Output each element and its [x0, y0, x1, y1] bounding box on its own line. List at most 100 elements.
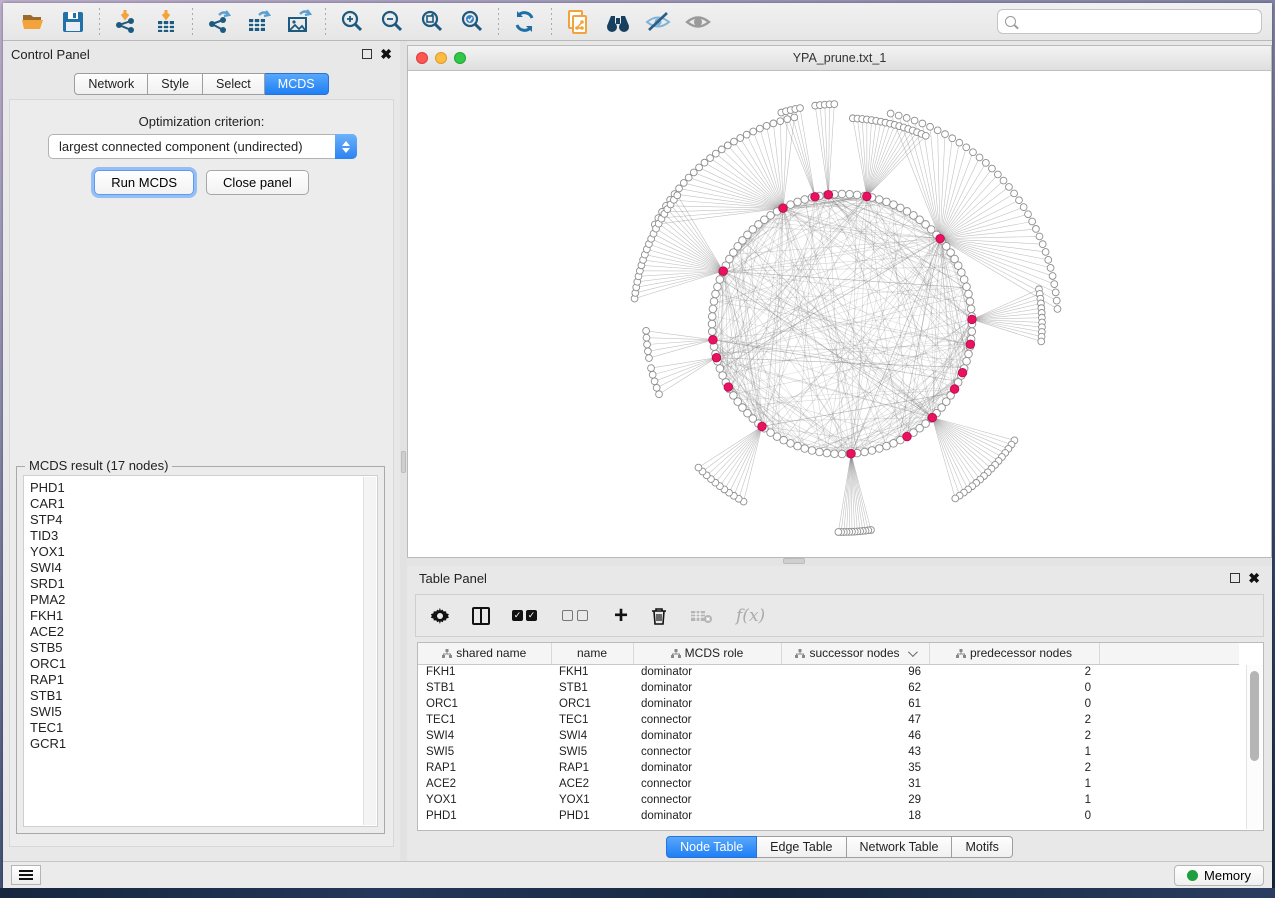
- mcds-result-item[interactable]: STB1: [30, 688, 377, 704]
- show-all-icon[interactable]: [678, 6, 718, 38]
- table-cell[interactable]: SWI5: [551, 744, 633, 760]
- column-header-name[interactable]: name: [551, 643, 633, 664]
- table-cell[interactable]: 18: [781, 808, 929, 824]
- table-cell[interactable]: 2: [929, 760, 1099, 776]
- function-builder-icon[interactable]: f(x): [736, 606, 765, 626]
- table-cell[interactable]: 1: [929, 744, 1099, 760]
- float-panel-icon[interactable]: [362, 49, 372, 59]
- show-columns-icon[interactable]: [472, 607, 490, 625]
- table-cell[interactable]: RAP1: [551, 760, 633, 776]
- table-cell[interactable]: dominator: [633, 664, 781, 680]
- table-cell[interactable]: SWI4: [551, 728, 633, 744]
- horizontal-splitter[interactable]: [407, 558, 1272, 566]
- table-cell[interactable]: RAP1: [418, 760, 551, 776]
- import-network-icon[interactable]: [106, 6, 146, 38]
- table-cell[interactable]: 46: [781, 728, 929, 744]
- mcds-result-item[interactable]: FKH1: [30, 608, 377, 624]
- delete-table-icon[interactable]: [690, 607, 714, 625]
- table-cell[interactable]: STB1: [418, 680, 551, 696]
- table-cell[interactable]: TEC1: [551, 712, 633, 728]
- save-icon[interactable]: [53, 6, 93, 38]
- table-cell[interactable]: 47: [781, 712, 929, 728]
- table-row[interactable]: SWI5SWI5connector431: [418, 744, 1239, 760]
- zoom-out-icon[interactable]: [372, 6, 412, 38]
- search-field[interactable]: [997, 9, 1262, 34]
- deselect-all-checkboxes-icon[interactable]: [562, 610, 592, 621]
- select-all-checkboxes-icon[interactable]: ✓✓: [512, 610, 540, 621]
- table-row[interactable]: PHD1PHD1dominator180: [418, 808, 1239, 824]
- mcds-result-item[interactable]: CAR1: [30, 496, 377, 512]
- mcds-result-item[interactable]: RAP1: [30, 672, 377, 688]
- table-cell[interactable]: FKH1: [418, 664, 551, 680]
- table-scrollbar-thumb[interactable]: [1250, 671, 1259, 761]
- table-row[interactable]: ORC1ORC1dominator610: [418, 696, 1239, 712]
- table-cell[interactable]: STB1: [551, 680, 633, 696]
- zoom-selected-icon[interactable]: [452, 6, 492, 38]
- table-cell[interactable]: ACE2: [418, 776, 551, 792]
- clone-network-icon[interactable]: [558, 6, 598, 38]
- table-row[interactable]: YOX1YOX1connector291: [418, 792, 1239, 808]
- table-cell[interactable]: YOX1: [551, 792, 633, 808]
- vertical-splitter[interactable]: [400, 41, 407, 861]
- mcds-result-list[interactable]: PHD1CAR1STP4TID3YOX1SWI4SRD1PMA2FKH1ACE2…: [23, 475, 378, 827]
- table-cell[interactable]: YOX1: [418, 792, 551, 808]
- tab-network[interactable]: Network: [74, 73, 148, 95]
- table-cell[interactable]: 0: [929, 808, 1099, 824]
- table-cell[interactable]: connector: [633, 776, 781, 792]
- optimization-criterion-dropdown[interactable]: largest connected component (undirected): [48, 134, 357, 159]
- table-cell[interactable]: TEC1: [418, 712, 551, 728]
- table-cell[interactable]: 2: [929, 712, 1099, 728]
- table-row[interactable]: STB1STB1dominator620: [418, 680, 1239, 696]
- hide-selected-icon[interactable]: [638, 6, 678, 38]
- mcds-result-item[interactable]: ORC1: [30, 656, 377, 672]
- zoom-in-icon[interactable]: [332, 6, 372, 38]
- mcds-result-item[interactable]: STP4: [30, 512, 377, 528]
- tab-style[interactable]: Style: [148, 73, 203, 95]
- delete-rows-icon[interactable]: [650, 606, 668, 626]
- close-panel-icon[interactable]: ✖: [1248, 573, 1260, 583]
- add-row-icon[interactable]: +: [614, 607, 628, 625]
- close-panel-button[interactable]: Close panel: [206, 170, 309, 195]
- table-cell[interactable]: FKH1: [551, 664, 633, 680]
- export-image-icon[interactable]: [279, 6, 319, 38]
- close-panel-icon[interactable]: ✖: [380, 49, 392, 59]
- table-tab-edge-table[interactable]: Edge Table: [757, 836, 846, 858]
- splitter-handle[interactable]: [783, 558, 805, 564]
- column-header-predecessor-nodes[interactable]: predecessor nodes: [929, 643, 1099, 664]
- column-header-successor-nodes[interactable]: successor nodes: [781, 643, 929, 664]
- network-window-titlebar[interactable]: YPA_prune.txt_1: [408, 46, 1271, 71]
- column-header-MCDS-role[interactable]: MCDS role: [633, 643, 781, 664]
- table-cell[interactable]: connector: [633, 712, 781, 728]
- table-cell[interactable]: 61: [781, 696, 929, 712]
- float-panel-icon[interactable]: [1230, 573, 1240, 583]
- zoom-fit-icon[interactable]: [412, 6, 452, 38]
- node-table[interactable]: shared namenameMCDS rolesuccessor nodesp…: [417, 642, 1264, 831]
- table-cell[interactable]: 29: [781, 792, 929, 808]
- table-cell[interactable]: dominator: [633, 808, 781, 824]
- table-scrollbar[interactable]: [1246, 665, 1262, 829]
- table-cell[interactable]: 2: [929, 664, 1099, 680]
- run-mcds-button[interactable]: Run MCDS: [94, 170, 194, 195]
- splitter-handle[interactable]: [401, 451, 406, 473]
- table-cell[interactable]: 96: [781, 664, 929, 680]
- mcds-result-item[interactable]: SRD1: [30, 576, 377, 592]
- search-input[interactable]: [1021, 15, 1254, 29]
- table-cell[interactable]: dominator: [633, 696, 781, 712]
- mcds-result-item[interactable]: TID3: [30, 528, 377, 544]
- table-cell[interactable]: 35: [781, 760, 929, 776]
- table-cell[interactable]: ORC1: [551, 696, 633, 712]
- table-cell[interactable]: PHD1: [551, 808, 633, 824]
- table-cell[interactable]: 43: [781, 744, 929, 760]
- table-cell[interactable]: 2: [929, 728, 1099, 744]
- table-row[interactable]: SWI4SWI4dominator462: [418, 728, 1239, 744]
- table-tab-motifs[interactable]: Motifs: [952, 836, 1012, 858]
- mcds-result-item[interactable]: STB5: [30, 640, 377, 656]
- table-cell[interactable]: dominator: [633, 760, 781, 776]
- memory-button[interactable]: Memory: [1174, 865, 1264, 886]
- export-network-icon[interactable]: [199, 6, 239, 38]
- mcds-result-item[interactable]: GCR1: [30, 736, 377, 752]
- mcds-result-item[interactable]: SWI4: [30, 560, 377, 576]
- table-options-gear-icon[interactable]: [430, 606, 450, 626]
- table-cell[interactable]: ACE2: [551, 776, 633, 792]
- table-cell[interactable]: 62: [781, 680, 929, 696]
